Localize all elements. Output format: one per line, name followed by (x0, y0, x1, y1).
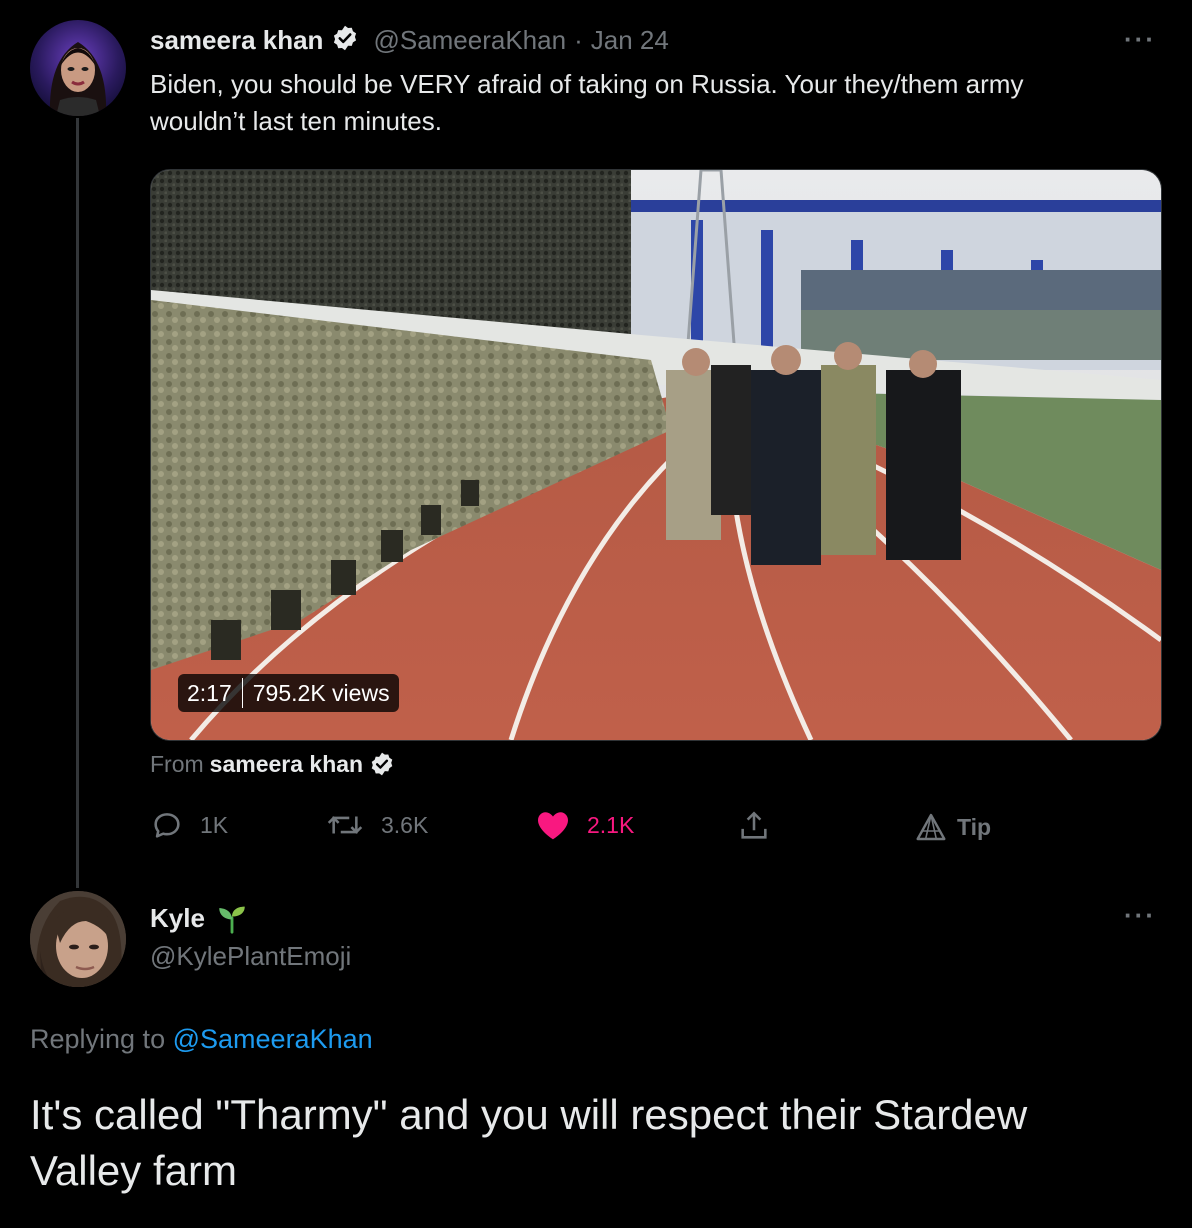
like-count: 2.1K (587, 811, 635, 838)
more-options-icon[interactable]: ··· (1124, 24, 1156, 55)
replying-to: Replying to @SameeraKhan (30, 1024, 373, 1055)
tip-button[interactable]: Tip (915, 812, 991, 842)
more-options-icon[interactable]: ··· (1124, 900, 1156, 931)
tweet-text-line: wouldn’t last ten minutes. (150, 106, 442, 136)
video-source: From sameera khan (150, 748, 395, 780)
like-button[interactable]: 2.1K (535, 808, 634, 842)
verified-badge-icon (331, 24, 359, 57)
seedling-icon (215, 901, 249, 935)
replying-to-handle-link[interactable]: @SameeraKhan (173, 1024, 373, 1054)
from-label: From (150, 750, 204, 777)
tweet-text-line: Biden, you should be VERY afraid of taki… (150, 69, 1024, 99)
verified-badge-icon (369, 751, 395, 777)
retweet-button[interactable]: 3.6K (325, 808, 428, 842)
tweet-text: Biden, you should be VERY afraid of taki… (150, 66, 1170, 140)
tweet-date[interactable]: Jan 24 (591, 25, 669, 56)
share-icon (741, 811, 767, 839)
reply-text: It's called "Tharmy" and you will respec… (30, 1087, 1170, 1199)
avatar[interactable] (30, 891, 126, 987)
replying-to-label: Replying to (30, 1024, 166, 1054)
from-author-link[interactable]: sameera khan (210, 751, 363, 778)
video-info-badge: 2:17 795.2K views (178, 674, 399, 712)
reply-icon (154, 813, 180, 838)
video-player[interactable] (150, 169, 1162, 741)
retweet-icon (327, 816, 363, 834)
heart-icon (538, 812, 568, 840)
reply-text-line: Valley farm (30, 1147, 237, 1194)
retweet-count: 3.6K (381, 811, 429, 838)
video-thumbnail (151, 170, 1161, 740)
avatar[interactable] (30, 20, 126, 116)
share-button[interactable] (737, 808, 787, 844)
reply-button[interactable]: 1K (150, 808, 228, 842)
author-name[interactable]: sameera khan (150, 25, 323, 56)
avatar-image (30, 20, 126, 116)
avatar-image (30, 891, 126, 987)
tip-label: Tip (957, 813, 992, 840)
author-handle[interactable]: @SameeraKhan (373, 25, 566, 56)
thread-connector-line (76, 118, 79, 888)
video-duration: 2:17 (178, 678, 243, 708)
reply-count: 1K (200, 811, 229, 838)
video-views: 795.2K views (252, 679, 390, 706)
reply-text-line: It's called "Tharmy" and you will respec… (30, 1091, 1028, 1138)
author-name[interactable]: Kyle (150, 903, 205, 934)
tip-icon (916, 813, 946, 841)
author-handle[interactable]: @KylePlantEmoji (150, 941, 351, 972)
